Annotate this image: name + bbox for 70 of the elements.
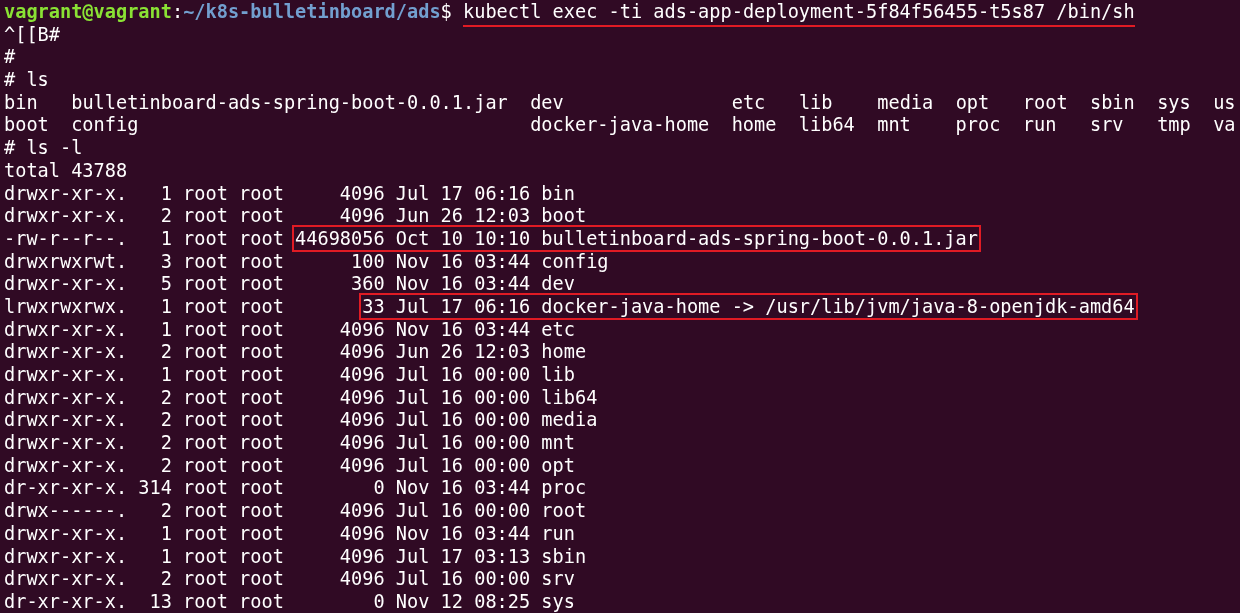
command: kubectl exec -ti ads-app-deployment-5f84f56455-t5s87 /bin/sh [463, 1, 1135, 27]
file-attributes: drwxr-xr-x. 1 root root [4, 522, 284, 544]
file-entry: 100 Nov 16 03:44 config [351, 250, 609, 272]
file-entry: 4096 Nov 16 03:44 etc [339, 318, 575, 340]
terminal-line: # ls -l [4, 137, 83, 159]
file-entry: 4096 Jul 16 00:00 root [339, 500, 587, 522]
file-entry: 33 Jul 17 06:16 docker-java-home -> /usr/lib/jvm/java-8-openjdk-amd64 [362, 295, 1135, 317]
file-entry: 360 Nov 16 03:44 dev [351, 273, 575, 295]
file-entry: 4096 Jun 26 12:03 home [339, 341, 587, 363]
file-name: docker-java-home [530, 114, 710, 136]
file-entry: 4096 Jun 26 12:03 boot [339, 205, 587, 227]
file-name: opt [955, 91, 990, 113]
file-entry: 4096 Nov 16 03:44 run [339, 522, 575, 544]
file-entry: 4096 Jul 16 00:00 lib [339, 364, 575, 385]
file-attributes: drwxr-xr-x. 2 root root [4, 341, 284, 363]
file-name: run [1022, 114, 1057, 136]
file-name: bin [4, 91, 38, 113]
file-name: boot [4, 114, 49, 136]
file-name: lib [798, 91, 833, 113]
file-name: sys [1157, 91, 1191, 113]
file-attributes: drwxr-xr-x. 2 root root [4, 386, 284, 408]
prompt-path: ~/k8s-bulletinboard/ads [183, 1, 441, 22]
file-name: us [1213, 91, 1236, 113]
prompt-symbol: $ [440, 1, 452, 22]
file-attributes: -rw-r--r--. 1 root root [4, 227, 284, 249]
file-attributes: drwxr-xr-x. 1 root root [4, 364, 284, 385]
file-name: srv [1089, 114, 1124, 136]
file-entry: 4096 Jul 16 00:00 mnt [339, 432, 575, 454]
file-name: proc [955, 114, 1001, 136]
file-attributes: drwxr-xr-x. 2 root root [4, 454, 284, 476]
file-entry: 44698056 Oct 10 10:10 bulletinboard-ads-spring-boot-0.0.1.jar [295, 227, 978, 249]
terminal-line: total 43788 [4, 159, 128, 181]
file-attributes: drwxrwxrwt. 3 root root [4, 250, 284, 272]
file-name: va [1213, 114, 1236, 136]
file-name: etc [731, 91, 766, 113]
prompt-separator: : [171, 1, 184, 22]
terminal-line: # ls [4, 69, 49, 91]
file-name: mnt [877, 114, 911, 136]
file-name: lib64 [798, 114, 855, 136]
file-attributes: drwxr-xr-x. 5 root root [4, 273, 284, 295]
file-attributes: drwxr-xr-x. 2 root root [4, 432, 284, 454]
file-attributes: lrwxrwxrwx. 1 root root [4, 295, 284, 317]
file-entry: 4096 Jul 16 00:00 opt [339, 454, 575, 476]
file-name: home [731, 114, 777, 136]
file-name: root [1022, 91, 1068, 113]
file-name: bulletinboard-ads-spring-boot-0.0.1.jar [71, 91, 508, 113]
file-name: dev [530, 91, 564, 113]
file-attributes: drwx------. 2 root root [4, 500, 284, 522]
file-attributes: drwxr-xr-x. 2 root root [4, 205, 284, 227]
file-attributes: drwxr-xr-x. 1 root root [4, 182, 284, 204]
file-name: tmp [1157, 114, 1191, 136]
file-attributes: dr-xr-xr-x. 314 root root [4, 477, 284, 499]
terminal-line: ^[[B# [4, 23, 60, 45]
file-entry: 0 Nov 12 08:25 sys [373, 590, 575, 612]
file-attributes: drwxr-xr-x. 2 root root [4, 568, 284, 590]
file-attributes: drwxr-xr-x. 1 root root [4, 545, 284, 567]
file-entry: 4096 Jul 16 00:00 srv [339, 568, 575, 590]
file-entry: 0 Nov 16 03:44 proc [373, 477, 587, 499]
terminal-line: # [4, 46, 16, 68]
file-entry: 4096 Jul 16 00:00 lib64 [339, 386, 598, 408]
file-entry: 4096 Jul 17 06:16 bin [339, 182, 575, 204]
file-entry: 4096 Jul 16 00:00 media [339, 409, 598, 431]
file-name: media [877, 91, 934, 113]
file-name: config [71, 114, 139, 136]
file-attributes: dr-xr-xr-x. 13 root root [4, 590, 284, 612]
file-entry: 4096 Jul 17 03:13 sbin [339, 545, 587, 567]
file-name: sbin [1090, 91, 1135, 113]
prompt-user: vagrant@vagrant [4, 1, 172, 22]
file-attributes: drwxr-xr-x. 1 root root [4, 318, 284, 340]
file-attributes: drwxr-xr-x. 2 root root [4, 409, 284, 431]
